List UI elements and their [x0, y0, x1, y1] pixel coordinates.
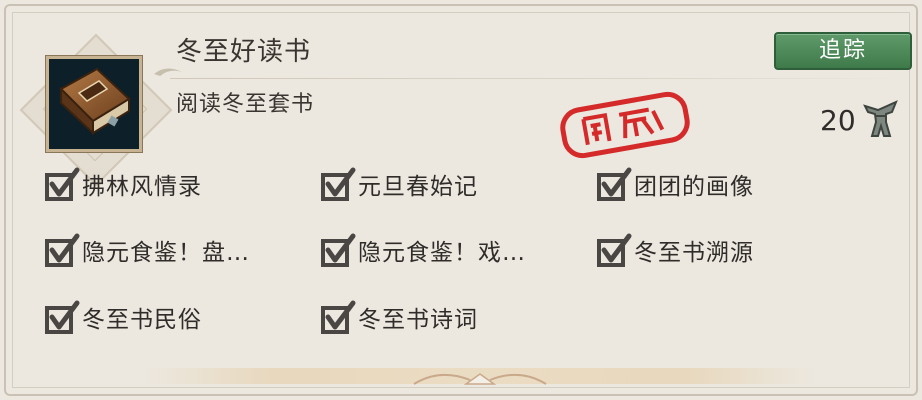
checklist-item: 拂林风情录 [44, 164, 202, 204]
checkbox-checked-icon [45, 300, 80, 334]
checkbox-checked-icon [321, 300, 356, 334]
checklist-item-label: 冬至书民俗 [82, 307, 202, 333]
checklist-item: 元旦春始记 [320, 164, 478, 204]
checklist-item-label: 隐元食鉴！戏… [358, 240, 526, 266]
checklist-item: 隐元食鉴！盘… [44, 230, 250, 270]
checklist-item-label: 团团的画像 [634, 174, 754, 200]
checkbox-checked-icon [45, 167, 80, 201]
bottom-ornament-icon [413, 373, 547, 385]
completed-stamp-icon [560, 91, 690, 159]
quest-title: 冬至好读书 [176, 37, 312, 67]
reward-count: 20 [820, 104, 856, 137]
leather-book-icon [46, 56, 142, 152]
checklist-item: 团团的画像 [596, 164, 754, 204]
checklist-item: 隐元食鉴！戏… [320, 230, 526, 270]
quest-card: 冬至好读书 阅读冬至套书 追踪 20 拂林风情录 元旦春始记 团团的画像隐元食鉴！盘… [0, 0, 922, 400]
checklist-item-label: 隐元食鉴！盘… [82, 240, 250, 266]
checklist-item-label: 元旦春始记 [358, 174, 478, 200]
checkbox-checked-icon [597, 233, 632, 267]
checklist-item-label: 冬至书诗词 [358, 307, 478, 333]
checklist-item-label: 拂林风情录 [82, 174, 202, 200]
checkbox-checked-icon [321, 233, 356, 267]
checkbox-checked-icon [597, 167, 632, 201]
checkbox-checked-icon [321, 167, 356, 201]
title-divider [170, 78, 910, 79]
track-button[interactable]: 追踪 [774, 32, 912, 70]
bronze-drinking-vessel-icon [863, 100, 898, 137]
checkbox-checked-icon [45, 233, 80, 267]
checklist-item: 冬至书民俗 [44, 297, 202, 337]
checklist-item-label: 冬至书溯源 [634, 240, 754, 266]
checklist-item: 冬至书溯源 [596, 230, 754, 270]
quest-subtitle: 阅读冬至套书 [176, 92, 315, 117]
checklist-item: 冬至书诗词 [320, 297, 478, 337]
